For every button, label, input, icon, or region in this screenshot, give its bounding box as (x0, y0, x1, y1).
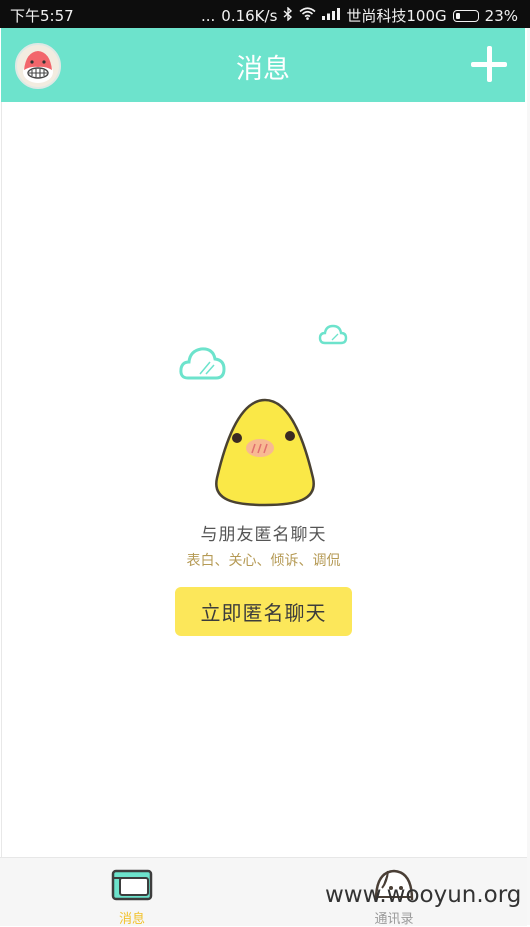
app-header: 消息 (1, 28, 525, 102)
empty-state-title: 与朋友匿名聊天 (200, 525, 327, 545)
network-speed: 0.16K/s (221, 6, 278, 25)
start-anonymous-chat-button[interactable]: 立即匿名聊天 (175, 587, 352, 636)
carrier-name: 世尚科技100G (346, 7, 447, 25)
tab-messages-label: 消息 (118, 912, 145, 927)
status-right: ... 0.16K/s 世尚科技100G 23% (201, 5, 518, 26)
battery-fill (455, 12, 460, 19)
small-cloud-icon (318, 324, 348, 345)
signal-icon (322, 7, 341, 24)
battery-percent: 23% (484, 6, 518, 25)
status-bar: 下午5:57 ... 0.16K/s 世尚科技100G 23% (0, 0, 530, 28)
cloud-icon (179, 347, 226, 380)
tab-contacts-label: 通讯录 (374, 912, 414, 927)
message-tab-icon (111, 869, 153, 901)
wifi-icon (299, 7, 316, 24)
page-title: 消息 (236, 54, 290, 85)
status-time: 下午5:57 (10, 7, 74, 25)
watermark: www.wooyun.org (325, 882, 522, 908)
chick-mascot-icon (215, 398, 315, 507)
status-dots: ... (200, 6, 216, 25)
battery-icon (452, 9, 479, 22)
tab-messages[interactable]: 消息 (82, 868, 182, 927)
add-icon[interactable] (471, 46, 507, 82)
empty-state-subtitle: 表白、关心、倾诉、调侃 (186, 553, 341, 569)
bluetooth-icon (283, 5, 293, 25)
